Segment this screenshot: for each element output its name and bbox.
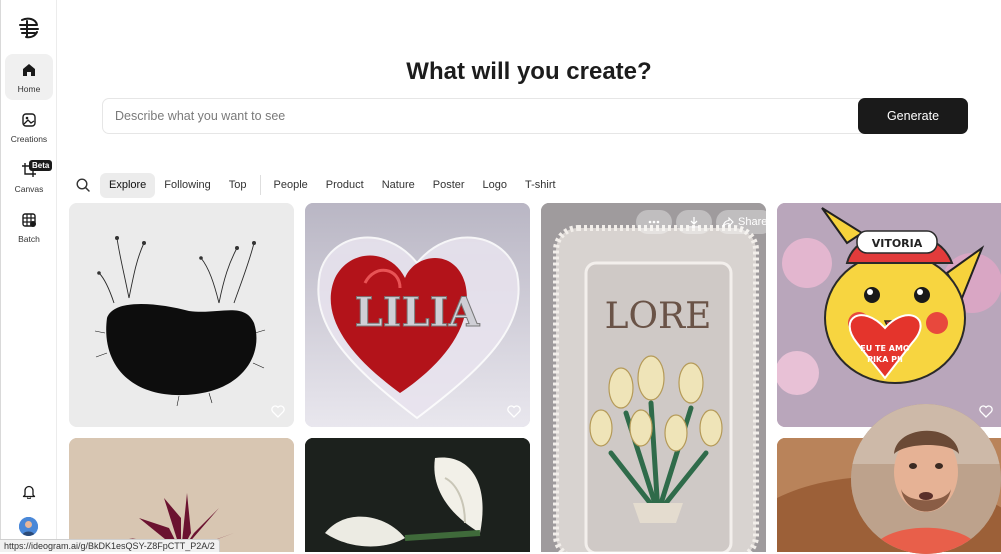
sidebar: Home Creations Canvas Beta Batch (0, 0, 57, 552)
heart-icon[interactable] (271, 405, 285, 418)
search-icon[interactable] (75, 177, 91, 193)
status-url: https://ideogram.ai/g/BkDK1esQSY-Z8FpCTT… (0, 539, 220, 552)
sidebar-item-label: Home (17, 84, 41, 94)
filter-bar: Explore Following Top People Product Nat… (75, 172, 565, 198)
lore-text: LORE (605, 296, 712, 337)
card-image: LILIA (305, 203, 530, 427)
vitoria-text: VITORIA (872, 237, 923, 250)
more-icon (648, 220, 660, 224)
sidebar-item-batch[interactable]: Batch (5, 204, 53, 250)
prompt-bar: Generate (102, 98, 968, 134)
webcam-overlay (851, 404, 1001, 554)
image-icon (22, 113, 36, 127)
bell-icon[interactable] (22, 484, 36, 499)
ideogram-logo-icon[interactable] (16, 15, 42, 41)
beta-badge: Beta (29, 160, 53, 171)
filter-explore[interactable]: Explore (100, 172, 156, 198)
filter-people[interactable]: People (265, 173, 317, 198)
share-label: Share (738, 216, 766, 228)
filter-logo[interactable]: Logo (474, 173, 516, 198)
prompt-input[interactable] (103, 99, 883, 133)
gallery-card[interactable] (305, 438, 530, 552)
filter-tshirt[interactable]: T-shirt (516, 173, 565, 198)
card-image: LORE (541, 203, 766, 552)
sidebar-item-home[interactable]: Home (5, 54, 53, 100)
filter-nature[interactable]: Nature (373, 173, 424, 198)
card-image (69, 438, 294, 552)
sidebar-item-label: Canvas (14, 184, 44, 194)
presenter-image (851, 404, 1001, 554)
gallery-card[interactable] (69, 438, 294, 552)
home-icon (23, 64, 35, 76)
heart-text-line2: PIKA PII (867, 355, 903, 364)
filter-product[interactable]: Product (317, 173, 373, 198)
sidebar-item-label: Batch (18, 234, 40, 244)
card-actions: Share (636, 210, 766, 234)
sidebar-item-label: Creations (10, 134, 48, 144)
share-button[interactable]: Share (716, 210, 766, 234)
heart-icon[interactable] (507, 405, 521, 418)
heart-icon[interactable] (979, 405, 993, 418)
more-button[interactable] (636, 210, 672, 234)
lilia-text: LILIA (355, 289, 481, 336)
download-button[interactable] (676, 210, 712, 234)
gallery-card[interactable]: LILIA (305, 203, 530, 427)
gallery-card[interactable] (69, 203, 294, 427)
card-image (69, 203, 294, 427)
grid-icon (22, 213, 36, 227)
download-icon (689, 217, 699, 228)
generate-button[interactable]: Generate (858, 98, 968, 134)
heart-text-line1: EU TE AMO (860, 344, 910, 353)
filter-top[interactable]: Top (220, 173, 256, 198)
share-icon (722, 216, 734, 227)
page-title: What will you create? (406, 58, 652, 85)
filter-divider (259, 175, 261, 195)
avatar[interactable] (19, 517, 38, 536)
sidebar-item-creations[interactable]: Creations (5, 104, 53, 150)
gallery-card[interactable]: VITORIA EU TE AMO PIKA PII (777, 203, 1001, 427)
card-image: VITORIA EU TE AMO PIKA PII (777, 203, 1001, 427)
card-image (305, 438, 530, 552)
filter-poster[interactable]: Poster (424, 173, 474, 198)
gallery-card[interactable]: LORE Share (541, 203, 766, 552)
filter-following[interactable]: Following (155, 173, 219, 198)
